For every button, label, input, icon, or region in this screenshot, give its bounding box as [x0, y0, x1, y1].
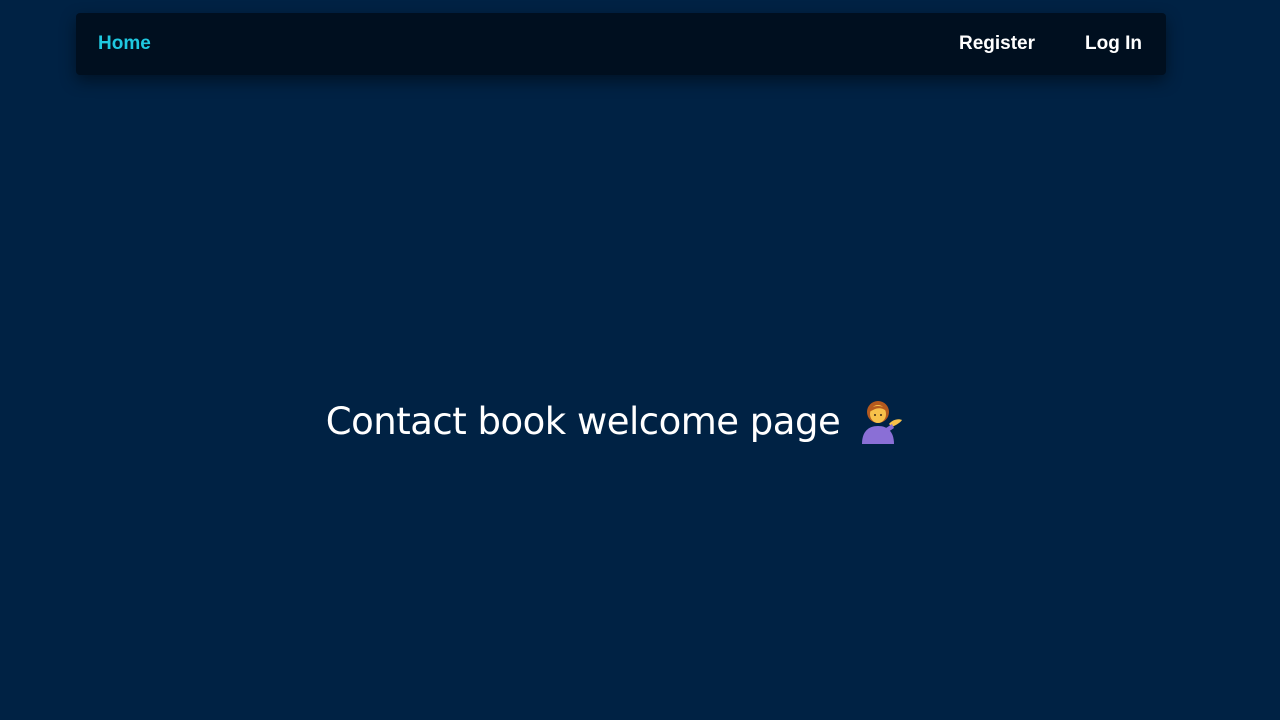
hero-section: Contact book welcome page — [0, 398, 1230, 444]
nav-auth-links: Register Log In — [959, 33, 1142, 55]
nav-login-link[interactable]: Log In — [1085, 33, 1142, 55]
navbar: Home Register Log In — [76, 13, 1166, 75]
woman-tipping-hand-icon — [856, 398, 904, 444]
nav-register-link[interactable]: Register — [959, 33, 1035, 55]
nav-home-link[interactable]: Home — [98, 33, 151, 55]
page-title: Contact book welcome page — [325, 399, 841, 443]
